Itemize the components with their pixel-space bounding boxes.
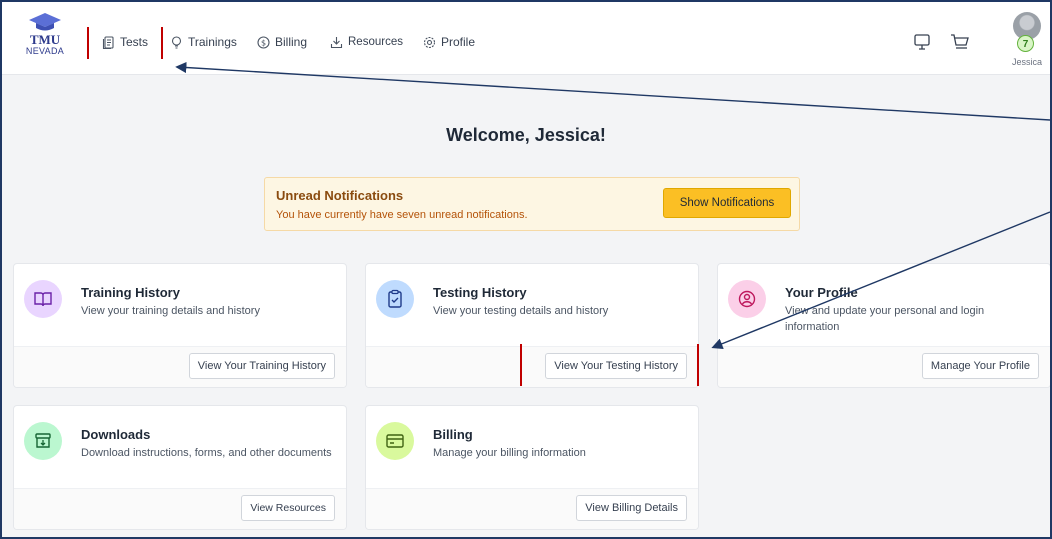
card-training-history: Training History View your training deta… bbox=[13, 263, 347, 388]
app-window: TMU NEVADA Tests Trainings $ Billing Res… bbox=[0, 0, 1052, 539]
nav-trainings-label: Trainings bbox=[188, 35, 237, 49]
card-title: Testing History bbox=[433, 285, 527, 300]
nav-trainings[interactable]: Trainings bbox=[170, 32, 237, 52]
lightbulb-icon bbox=[171, 35, 182, 49]
gear-icon bbox=[423, 36, 436, 48]
welcome-heading: Welcome, Jessica! bbox=[446, 125, 606, 145]
card-title: Downloads bbox=[81, 427, 151, 442]
card-footer: View Resources bbox=[14, 488, 346, 529]
card-description: Manage your billing information bbox=[433, 447, 586, 459]
graduation-cap-icon bbox=[29, 13, 61, 31]
card-billing: Billing Manage your billing information … bbox=[365, 405, 699, 530]
card-description: View and update your personal and login … bbox=[785, 305, 985, 333]
dollar-circle-icon: $ bbox=[257, 35, 270, 49]
clipboard-check-icon bbox=[376, 280, 414, 318]
nav-billing-label: Billing bbox=[275, 35, 308, 49]
notification-count-badge: 7 bbox=[1017, 35, 1034, 52]
card-title: Your Profile bbox=[785, 285, 858, 300]
notifications-title: Unread Notifications bbox=[276, 188, 404, 203]
user-circle-icon bbox=[728, 280, 766, 318]
svg-text:$: $ bbox=[261, 38, 266, 47]
card-title: Billing bbox=[433, 427, 473, 442]
card-footer: View Your Training History bbox=[14, 346, 346, 387]
view-training-history-button[interactable]: View Your Training History bbox=[188, 353, 335, 379]
card-footer: Manage Your Profile bbox=[718, 346, 1050, 387]
manage-profile-button[interactable]: Manage Your Profile bbox=[921, 353, 1039, 379]
nav-profile[interactable]: Profile bbox=[423, 32, 475, 52]
annotation-bracket-testing-history bbox=[520, 344, 699, 386]
archive-download-icon bbox=[24, 422, 62, 460]
logo-text-primary: TMU bbox=[29, 32, 61, 47]
annotation-bracket-tests bbox=[87, 27, 163, 59]
card-description: View your training details and history bbox=[81, 305, 260, 317]
notifications-banner: Unread Notifications You have currently … bbox=[264, 177, 800, 231]
view-billing-details-button[interactable]: View Billing Details bbox=[576, 495, 687, 521]
user-name: Jessica bbox=[1011, 57, 1042, 67]
notifications-message: You have currently have seven unread not… bbox=[276, 209, 528, 221]
nav-profile-label: Profile bbox=[441, 35, 476, 49]
card-description: View your testing details and history bbox=[433, 305, 609, 317]
nav-billing[interactable]: $ Billing bbox=[257, 32, 307, 52]
book-icon bbox=[24, 280, 62, 318]
download-tray-icon bbox=[330, 36, 343, 48]
card-your-profile: Your Profile View and update your person… bbox=[717, 263, 1050, 388]
nav-resources[interactable]: Resources bbox=[330, 32, 403, 52]
credit-card-icon bbox=[376, 422, 414, 460]
logo-text-secondary: NEVADA bbox=[25, 46, 65, 56]
card-downloads: Downloads Download instructions, forms, … bbox=[13, 405, 347, 530]
monitor-icon[interactable] bbox=[913, 33, 931, 51]
card-description: Download instructions, forms, and other … bbox=[81, 447, 332, 459]
view-resources-button[interactable]: View Resources bbox=[241, 495, 335, 521]
logo[interactable]: TMU NEVADA bbox=[22, 12, 68, 57]
show-notifications-button[interactable]: Show Notifications bbox=[663, 188, 791, 218]
nav-resources-label: Resources bbox=[348, 36, 403, 48]
card-footer: View Billing Details bbox=[366, 488, 698, 529]
card-title: Training History bbox=[81, 285, 180, 300]
cart-icon[interactable] bbox=[950, 33, 970, 51]
